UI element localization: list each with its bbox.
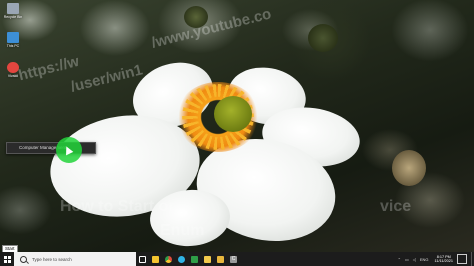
desktop-icon-label: Vivaldi [7,74,19,78]
desktop-icon-vivaldi[interactable]: Vivaldi [2,62,24,78]
file-explorer-icon [152,255,159,263]
flower-pistil [214,96,252,132]
watermark-text: Enum [160,222,205,239]
taskbar-search-box[interactable]: Type here to search [14,252,136,266]
clock-date: 11/11/2021 [434,259,453,263]
desktop-icon-label: This PC [6,44,20,48]
taskbar-file-explorer[interactable] [149,252,162,266]
search-placeholder: Type here to search [32,256,72,262]
system-tray: ⌃ ▭ ◁ ENG 8:17 PM 11/11/2021 [396,252,474,266]
task-view-icon [139,255,146,263]
network-icon[interactable]: ▭ [405,257,409,262]
chrome-icon [165,255,172,263]
taskbar-edge[interactable] [175,252,188,266]
taskbar-task-view[interactable] [136,252,149,266]
search-icon [20,255,27,263]
recycle-bin-icon [7,3,19,14]
notification-center-icon[interactable] [457,254,467,264]
taskbar-paint[interactable] [201,252,214,266]
volume-icon[interactable]: ◁ [413,257,416,262]
vivaldi-icon [7,62,19,73]
windows-logo-icon [3,255,11,263]
context-menu: Computer Management [6,142,96,154]
desktop-icon-label: Recycle Bin [3,15,23,19]
edge-icon [178,255,185,263]
desktop-icon-recycle-bin[interactable]: Recycle Bin [2,3,24,19]
desktop-icon-this-pc[interactable]: This PC [2,32,24,48]
watermark-text: /www.youtube.co [149,5,274,52]
background-bud [308,24,338,52]
computer-icon [7,32,19,43]
start-button[interactable] [0,252,14,266]
taskbar-chrome[interactable] [162,252,175,266]
taskbar-folder[interactable] [214,252,227,266]
background-bud [392,150,426,186]
watermark-text: vice [380,198,412,215]
c-app-icon: C [230,255,237,263]
language-indicator[interactable]: ENG [420,257,429,262]
taskbar: Type here to search C ⌃ ▭ ◁ ENG 8:17 PM … [0,252,474,266]
folder-icon [217,255,224,263]
watermark-text: How to Start or [60,198,175,215]
green-app-icon [191,255,198,263]
tray-chevron-icon[interactable]: ⌃ [398,257,401,262]
taskbar-c-app[interactable]: C [227,252,240,266]
taskbar-green-app[interactable] [188,252,201,266]
desktop: /www.youtube.co https://w /user/win1 How… [0,0,474,252]
taskbar-clock[interactable]: 8:17 PM 11/11/2021 [435,255,453,264]
paint-icon [204,255,211,263]
